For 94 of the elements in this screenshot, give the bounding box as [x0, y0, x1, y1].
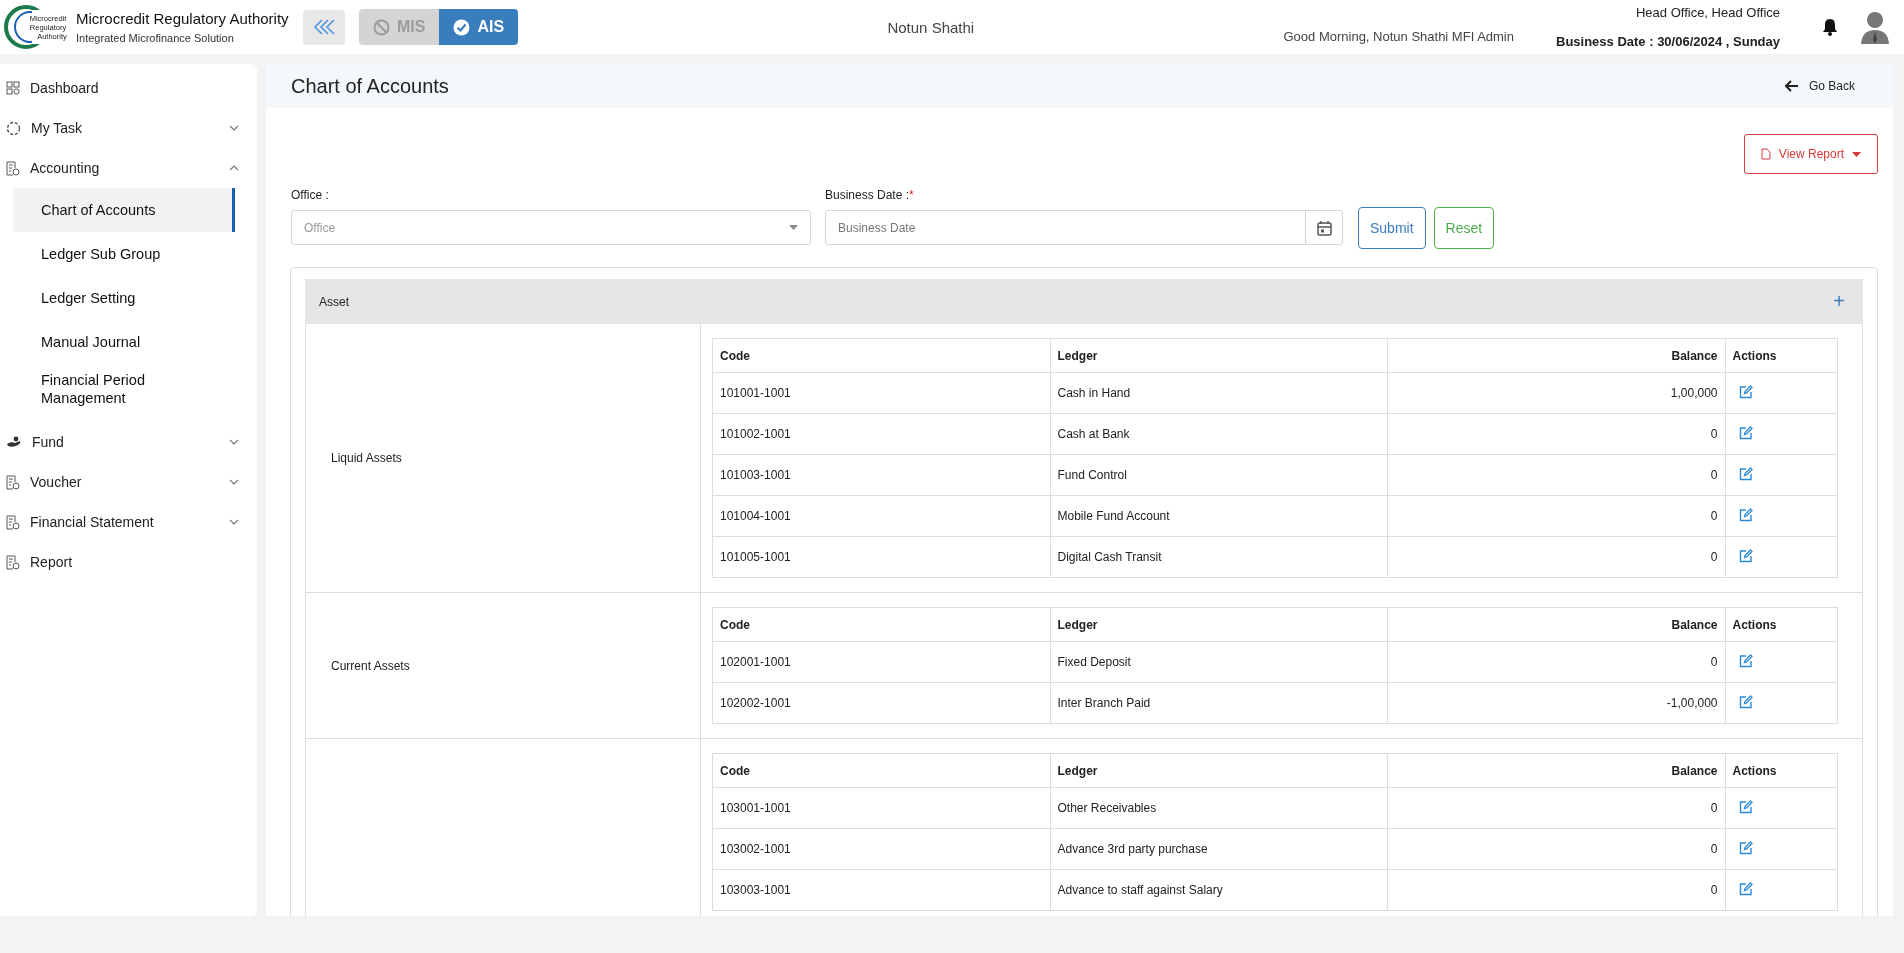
table-cell: 0: [1387, 536, 1725, 578]
business-date-label: Business Date :*: [825, 188, 915, 202]
chevron-icon: [229, 519, 239, 525]
column-header: Balance: [1387, 753, 1725, 788]
caret-icon: [1852, 151, 1861, 157]
grid-icon: [6, 81, 20, 95]
column-header: Ledger: [1050, 338, 1388, 373]
section-title: Asset: [319, 294, 350, 309]
table-cell: Advance to staff against Salary: [1050, 869, 1388, 911]
column-header: Actions: [1725, 607, 1838, 642]
table-cell: 102002-1001: [712, 682, 1050, 724]
table-cell: 0: [1387, 495, 1725, 537]
document-icon: [6, 160, 20, 176]
column-header: Actions: [1725, 338, 1838, 373]
sidebar-item[interactable]: Report: [0, 542, 257, 582]
table-cell: Cash at Bank: [1050, 413, 1388, 455]
table-cell: 0: [1387, 869, 1725, 911]
table-cell: 102001-1001: [712, 641, 1050, 683]
hand-coin-icon: [6, 436, 22, 448]
group-label: Current Assets: [331, 658, 410, 673]
organization-title: Notun Shathi: [886, 18, 976, 36]
column-header: Code: [712, 753, 1050, 788]
table-cell: 0: [1387, 828, 1725, 870]
chevron-icon: [229, 165, 239, 171]
column-header: Balance: [1387, 607, 1725, 642]
table-cell: 101005-1001: [712, 536, 1050, 578]
table-cell: 0: [1387, 641, 1725, 683]
go-back-button[interactable]: Go Back: [1778, 78, 1861, 94]
collapse-sidebar-button[interactable]: [303, 9, 345, 45]
document-icon: [6, 554, 20, 570]
table-cell: 1,00,000: [1387, 372, 1725, 414]
column-header: Code: [712, 338, 1050, 373]
calendar-icon[interactable]: [1316, 219, 1332, 236]
table-cell: Advance 3rd party purchase: [1050, 828, 1388, 870]
mode-tab[interactable]: AIS: [439, 9, 519, 45]
submenu-item[interactable]: Chart of Accounts: [13, 188, 235, 232]
table-cell: Fund Control: [1050, 454, 1388, 496]
table-cell: 0: [1387, 454, 1725, 496]
document-icon: [6, 514, 20, 530]
check-circle-icon: [453, 18, 471, 36]
sidebar-item[interactable]: Accounting: [0, 148, 257, 188]
table-cell: Inter Branch Paid: [1050, 682, 1388, 724]
table-cell: Cash in Hand: [1050, 372, 1388, 414]
column-header: Ledger: [1050, 607, 1388, 642]
sidebar-item[interactable]: Fund: [0, 422, 257, 462]
submenu-item[interactable]: Ledger Setting: [13, 276, 235, 320]
table-cell: 103001-1001: [712, 787, 1050, 829]
table-cell: -1,00,000: [1387, 682, 1725, 724]
caret-icon: [789, 225, 798, 230]
table-cell: 103002-1001: [712, 828, 1050, 870]
chevron-icon: [229, 439, 239, 445]
submit-button[interactable]: Submit: [1358, 207, 1426, 249]
document-icon: [6, 474, 20, 490]
table-cell: Other Receivables: [1050, 787, 1388, 829]
table-cell: 101004-1001: [712, 495, 1050, 537]
sidebar-item[interactable]: Dashboard: [0, 68, 257, 108]
page-title: Chart of Accounts: [291, 74, 450, 98]
table-cell: 101001-1001: [712, 372, 1050, 414]
table-cell: 0: [1387, 787, 1725, 829]
prohibited-icon: [373, 18, 390, 36]
double-chevron-left-icon: [313, 19, 335, 35]
view-report-button[interactable]: View Report: [1743, 134, 1878, 174]
business-date: Business Date : 30/06/2024 , Sunday: [1556, 34, 1780, 49]
column-header: Balance: [1387, 338, 1725, 373]
column-header: Actions: [1725, 753, 1838, 788]
office-name: Head Office, Head Office: [1635, 5, 1780, 20]
table-cell: Mobile Fund Account: [1050, 495, 1388, 537]
column-header: Ledger: [1050, 753, 1388, 788]
sidebar-item[interactable]: My Task: [0, 108, 257, 148]
org-name: Microcredit Regulatory Authority: [76, 10, 290, 27]
submenu-item[interactable]: Financial Period Management: [13, 364, 235, 414]
chevron-icon: [229, 479, 239, 485]
sidebar-item[interactable]: Voucher: [0, 462, 257, 502]
table-cell: 101003-1001: [712, 454, 1050, 496]
table-cell: 103003-1001: [712, 869, 1050, 911]
business-date-field[interactable]: Business Date: [825, 210, 1306, 245]
table-cell: Digital Cash Transit: [1050, 536, 1388, 578]
group-label: Liquid Assets: [331, 451, 402, 465]
loading-circle-icon: [6, 120, 21, 136]
submenu-item[interactable]: Ledger Sub Group: [13, 232, 235, 276]
chevron-icon: [229, 125, 239, 131]
submenu-item[interactable]: Manual Journal: [13, 320, 235, 364]
arrow-left-icon: [1784, 80, 1799, 92]
user-avatar-icon[interactable]: [1860, 10, 1890, 44]
table-cell: 0: [1387, 413, 1725, 455]
table-cell: Fixed Deposit: [1050, 641, 1388, 683]
app-subtitle: Integrated Microfinance Solution: [76, 32, 235, 44]
sidebar-item[interactable]: Financial Statement: [0, 502, 257, 542]
pdf-file-icon: [1760, 148, 1771, 160]
greeting-text: Good Morning, Notun Shathi MFI Admin: [1283, 29, 1514, 44]
table-cell: 101002-1001: [712, 413, 1050, 455]
office-label: Office :: [291, 188, 330, 202]
column-header: Code: [712, 607, 1050, 642]
notification-bell-icon[interactable]: [1822, 18, 1838, 36]
